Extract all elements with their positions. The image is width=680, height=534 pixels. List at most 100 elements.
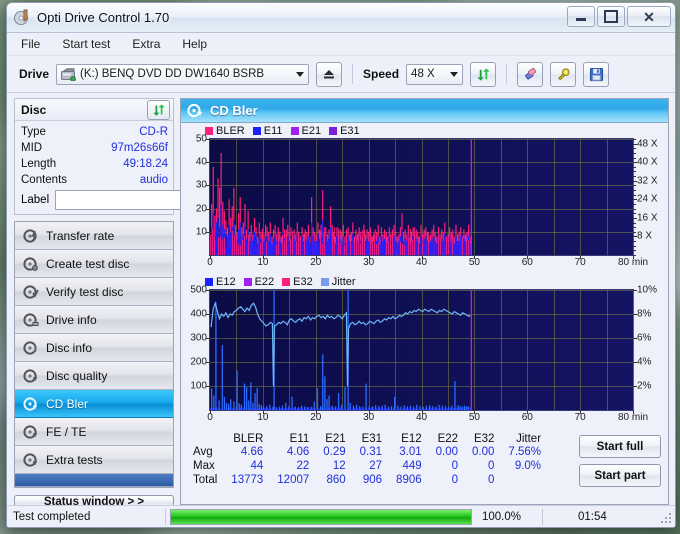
eject-button[interactable] bbox=[316, 61, 343, 87]
stats-col-jitter: Jitter bbox=[516, 433, 542, 445]
refresh-icon bbox=[476, 67, 490, 81]
sidebar-item-disc-info[interactable]: Disc info bbox=[15, 334, 173, 362]
disc-row-type-key: Type bbox=[21, 126, 46, 138]
disc-verify-icon bbox=[23, 284, 39, 299]
chart-xtick-label: 40 bbox=[415, 412, 428, 423]
sidebar-item-extra-tests[interactable]: Extra tests bbox=[15, 446, 173, 474]
stats-cell bbox=[501, 473, 548, 487]
chart-y2-minor-mark bbox=[633, 148, 636, 150]
speed-select[interactable]: 48 X bbox=[406, 63, 464, 85]
chart-y2-minor-mark bbox=[633, 190, 636, 192]
speed-select-value: 48 X bbox=[411, 68, 435, 80]
chart-xtick-label: 30 bbox=[363, 257, 375, 268]
app-window: Opti Drive Control 1.70 ✕ File Start tes… bbox=[6, 2, 676, 528]
maximize-icon bbox=[604, 10, 618, 23]
chart-y2-minor-mark bbox=[633, 231, 636, 233]
chart-data-layer bbox=[210, 290, 472, 410]
chart-xtick-label: 0 bbox=[207, 257, 213, 268]
minimize-button[interactable] bbox=[567, 6, 595, 27]
legend-item-e31: E31 bbox=[329, 125, 360, 137]
legend-item-e21: E21 bbox=[290, 125, 322, 137]
title-bar[interactable]: Opti Drive Control 1.70 ✕ bbox=[7, 3, 675, 33]
chart-y2-minor-mark bbox=[633, 194, 636, 196]
refresh-speed-button[interactable] bbox=[470, 61, 497, 87]
start-part-button[interactable]: Start part bbox=[579, 464, 661, 487]
disc-refresh-button[interactable] bbox=[147, 99, 170, 120]
close-icon: ✕ bbox=[643, 8, 655, 25]
chart-y2-minor-mark bbox=[633, 139, 636, 140]
stats-cell: 860 bbox=[326, 473, 346, 486]
sidebar-item-drive-info[interactable]: Drive info bbox=[15, 306, 173, 334]
disc-bler-icon bbox=[23, 396, 39, 411]
cd-bler-e12-jitter-chart[interactable]: 100 200 300 400 500 2% 4% 6% 8% 10% 0 10 20 30 40 50 60 7… bbox=[190, 285, 657, 424]
chart-y2tick-label: 2% bbox=[637, 380, 652, 392]
stats-cell: 0.00 bbox=[472, 446, 495, 459]
chart-y2tick-label: 40 X bbox=[637, 156, 658, 168]
disc-extra-icon bbox=[23, 452, 39, 467]
chart-xtick-label: 10 bbox=[257, 412, 269, 423]
eject-icon bbox=[324, 70, 335, 79]
sidebar-item-label: Verify test disc bbox=[46, 284, 124, 299]
stats-cell: 12 bbox=[332, 459, 346, 472]
chart-gridline-v bbox=[633, 139, 634, 255]
chart-y2tick-label: 10% bbox=[637, 284, 658, 296]
chart-xtick-label: 80 min bbox=[617, 257, 649, 268]
sidebar-item-verify-test-disc[interactable]: Verify test disc bbox=[15, 278, 173, 306]
legend-label: BLER bbox=[216, 125, 245, 137]
erase-button[interactable] bbox=[517, 61, 544, 87]
menu-item-start-test[interactable]: Start test bbox=[60, 36, 112, 52]
chart-y2-minor-mark bbox=[633, 245, 636, 247]
save-button[interactable] bbox=[583, 61, 610, 87]
disc-row-mid-value: 97m26s66f bbox=[111, 142, 168, 154]
drive-select-value: (K:) BENQ DVD DD DW1640 BSRB bbox=[80, 68, 265, 80]
chart-xtick-label: 20 bbox=[310, 412, 322, 423]
menu-item-extra[interactable]: Extra bbox=[130, 36, 162, 52]
chart-xtick-label: 70 bbox=[574, 257, 586, 268]
toolbar-separator-1 bbox=[352, 64, 354, 84]
cd-bler-error-chart[interactable]: 10 20 30 40 50 8 X 16 X 24 X 32 X 40 X 48 X 0 10 20 30… bbox=[196, 134, 658, 269]
start-full-button[interactable]: Start full bbox=[579, 435, 661, 458]
drive-select-chevron-down-icon[interactable] bbox=[291, 65, 308, 84]
statistics-area: BLER E11 E21 E31 E12 E22 E32 Jitter Avg bbox=[181, 427, 668, 487]
chart-y2-minor-mark bbox=[633, 213, 636, 215]
menu-item-file[interactable]: File bbox=[19, 36, 42, 52]
sidebar-item-cd-bler[interactable]: CD Bler bbox=[15, 390, 173, 418]
chart-y2-minor-mark bbox=[633, 199, 636, 201]
chart-y2-minor-mark bbox=[633, 162, 636, 164]
stats-cell: 0.00 bbox=[435, 446, 459, 459]
sidebar-accent-bar bbox=[15, 474, 173, 487]
sidebar-item-fe-te[interactable]: FE / TE bbox=[15, 418, 173, 446]
sidebar-item-label: CD Bler bbox=[46, 396, 89, 411]
chart-data-layer bbox=[210, 139, 472, 255]
chart-ytick-label: 50 bbox=[195, 133, 207, 145]
sidebar-item-create-test-disc[interactable]: Create test disc bbox=[15, 250, 173, 278]
status-separator-1 bbox=[165, 508, 166, 525]
tools-button[interactable] bbox=[550, 61, 577, 87]
table-row: Avg 4.66 4.06 0.29 0.31 3.01 0.00 0.00 7… bbox=[189, 446, 548, 460]
sidebar-item-label: Disc quality bbox=[46, 368, 108, 383]
disc-row-type-value: CD-R bbox=[139, 126, 168, 138]
eraser-icon bbox=[524, 67, 536, 79]
close-button[interactable]: ✕ bbox=[627, 6, 671, 27]
drive-select[interactable]: (K:) BENQ DVD DD DW1640 BSRB bbox=[56, 63, 310, 85]
speed-label: Speed bbox=[363, 67, 400, 81]
sidebar-item-disc-quality[interactable]: Disc quality bbox=[15, 362, 173, 390]
menu-item-help[interactable]: Help bbox=[180, 36, 209, 52]
stats-cell: 449 bbox=[402, 459, 422, 472]
legend-item-e22: E22 bbox=[243, 276, 274, 288]
chart-y2tick-label: 6% bbox=[637, 332, 652, 344]
resize-grip[interactable] bbox=[658, 510, 672, 524]
maximize-button[interactable] bbox=[597, 6, 625, 27]
save-icon bbox=[589, 67, 603, 81]
chart-xtick-label: 50 bbox=[468, 257, 480, 268]
legend-label: E21 bbox=[301, 125, 322, 137]
stats-col-e12: E12 bbox=[401, 433, 422, 445]
start-buttons: Start full Start part bbox=[579, 433, 661, 487]
disc-panel-header: Disc bbox=[15, 99, 173, 121]
sidebar-item-label: FE / TE bbox=[46, 424, 87, 439]
sidebar-item-transfer-rate[interactable]: Transfer rate bbox=[15, 222, 173, 250]
disc-label-key: Label bbox=[21, 194, 50, 206]
legend-label: E11 bbox=[263, 125, 283, 137]
speed-select-chevron-down-icon[interactable] bbox=[445, 65, 462, 84]
e12-jitter-chart-legend: E12 E22 E32 Jitter bbox=[181, 272, 668, 289]
